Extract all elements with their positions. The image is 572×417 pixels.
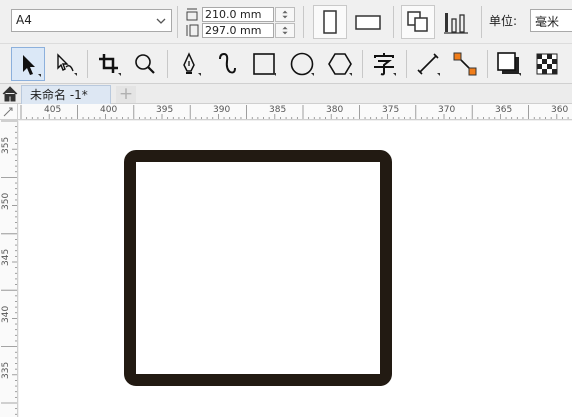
chevron-down-icon: [156, 18, 166, 24]
width-spinner[interactable]: [275, 7, 295, 22]
divider: [393, 6, 394, 38]
page-size-dropdown[interactable]: A4: [11, 9, 172, 32]
bars-icon: [444, 13, 468, 34]
ruler-label: 365: [495, 105, 513, 115]
divider: [406, 50, 407, 78]
home-tab[interactable]: [0, 84, 20, 104]
ruler-label: 350: [1, 192, 11, 210]
pen-tool-button[interactable]: [172, 47, 206, 81]
document-tab-bar: 未命名 -1* +: [0, 84, 572, 104]
coreldraw-window: A4 210.0 mm 297.0 mm 单位: 毫米 未命名 -1* + 40…: [0, 0, 572, 417]
landscape-button[interactable]: [351, 5, 385, 39]
all-pages-button[interactable]: [401, 5, 435, 39]
divider: [177, 6, 178, 38]
ruler-label: 380: [326, 105, 344, 115]
toolbox: [0, 44, 572, 84]
ruler-label: 375: [382, 105, 400, 115]
shape-node-icon: [57, 53, 77, 76]
hexagon-icon: [328, 53, 352, 76]
tab-document[interactable]: 未命名 -1*: [21, 85, 111, 104]
page-height-field[interactable]: 297.0 mm: [202, 23, 274, 38]
width-icon: [186, 8, 198, 21]
ruler-label: 335: [1, 361, 11, 379]
drawing-canvas[interactable]: [19, 121, 572, 417]
pick-tool-button[interactable]: [11, 47, 45, 81]
crop-tool-button[interactable]: [92, 47, 126, 81]
height-spinner[interactable]: [275, 23, 295, 38]
ellipse-icon: [290, 52, 314, 76]
horizontal-ruler[interactable]: 405 400 395 390 385 380 375 370 365 360: [18, 104, 572, 120]
divider: [303, 6, 304, 38]
page-size-value: A4: [16, 13, 32, 27]
portrait-button[interactable]: [313, 5, 347, 39]
rounded-rectangle-shape[interactable]: [124, 150, 392, 386]
ruler-label: 395: [156, 105, 174, 115]
portrait-icon: [323, 10, 337, 34]
page-width-row: 210.0 mm: [184, 7, 296, 22]
ruler-label: 345: [1, 248, 11, 266]
text-tool-button[interactable]: [367, 47, 401, 81]
text-glyph-icon: [374, 53, 396, 76]
ellipse-tool-button[interactable]: [285, 47, 319, 81]
drop-shadow-tool-button[interactable]: [492, 47, 526, 81]
home-icon: [2, 86, 18, 102]
add-tab-button[interactable]: +: [116, 86, 136, 103]
zoom-tool-button[interactable]: [128, 47, 162, 81]
curve-stroke-icon: [219, 52, 236, 74]
current-page-button[interactable]: [440, 5, 474, 39]
ruler-label: 370: [438, 105, 456, 115]
transparency-tool-button[interactable]: [530, 47, 564, 81]
dimension-tool-button[interactable]: [411, 47, 445, 81]
units-label: 单位:: [489, 14, 518, 28]
units-dropdown[interactable]: 毫米: [530, 9, 572, 32]
all-pages-icon: [407, 11, 428, 32]
rectangle-icon: [253, 53, 276, 76]
property-bar: A4 210.0 mm 297.0 mm 单位: 毫米: [0, 0, 572, 44]
artistic-media-tool-button[interactable]: [210, 47, 244, 81]
divider: [487, 50, 488, 78]
ruler-label: 390: [213, 105, 231, 115]
height-icon: [186, 24, 199, 37]
vertical-ruler[interactable]: 355 350 345 340 335: [0, 120, 18, 417]
crop-icon: [99, 54, 121, 76]
divider: [362, 50, 363, 78]
divider: [167, 50, 168, 78]
ruler-label: 405: [44, 105, 62, 115]
page-width-field[interactable]: 210.0 mm: [202, 7, 274, 22]
units-value: 毫米: [535, 15, 560, 29]
ruler-origin-icon: [3, 107, 13, 117]
dimension-line-icon: [417, 53, 440, 76]
divider: [481, 6, 482, 38]
checkerboard-icon: [536, 53, 558, 75]
ruler-corner[interactable]: [0, 104, 18, 120]
ruler-label: 400: [100, 105, 118, 115]
shape-tool-button[interactable]: [48, 47, 82, 81]
rectangle-tool-button[interactable]: [247, 47, 281, 81]
page-height-row: 297.0 mm: [184, 23, 296, 38]
pen-nib-icon: [183, 52, 201, 76]
ruler-label: 360: [551, 105, 569, 115]
polygon-tool-button[interactable]: [323, 47, 357, 81]
divider: [87, 50, 88, 78]
pointer-icon: [23, 55, 41, 77]
ruler-label: 385: [269, 105, 287, 115]
landscape-icon: [355, 15, 381, 30]
connector-tool-button[interactable]: [448, 47, 482, 81]
connector-icon: [453, 52, 477, 76]
magnifier-icon: [135, 54, 155, 74]
ruler-label: 355: [1, 136, 11, 154]
ruler-label: 340: [1, 305, 11, 323]
shadow-square-icon: [497, 52, 521, 76]
